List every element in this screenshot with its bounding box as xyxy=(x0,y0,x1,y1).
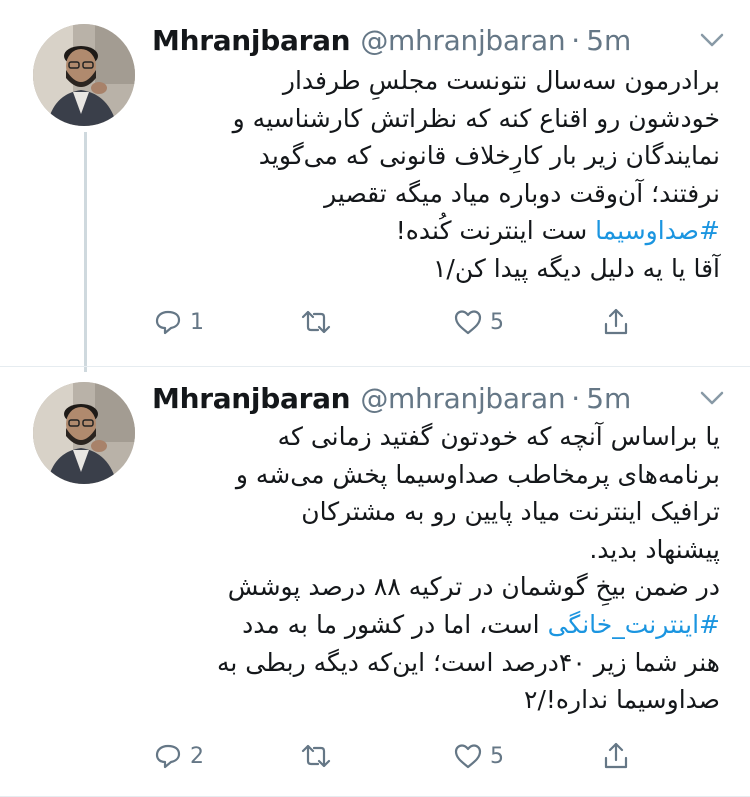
avatar-photo xyxy=(33,24,135,126)
retweet-button[interactable] xyxy=(300,302,338,342)
like-button[interactable]: 5 xyxy=(452,736,504,776)
avatar[interactable] xyxy=(33,24,135,126)
tweet-line: نرفتند؛ آن‌وقت دوباره میاد میگه تقصیر xyxy=(324,178,720,208)
like-icon xyxy=(454,744,482,769)
tweet-line: پیشنهاد بدید. xyxy=(589,534,720,564)
tweet-line: آقا یا یه دلیل دیگه پیدا کن/۱ xyxy=(432,253,720,283)
timestamp[interactable]: 5m xyxy=(586,382,631,415)
tweet-line: #اینترنت_خانگی است، اما در کشور ما به مد… xyxy=(242,609,720,639)
chevron-down-icon[interactable] xyxy=(698,386,726,410)
separator-dot: · xyxy=(571,23,581,57)
reply-count: 1 xyxy=(190,309,204,335)
reply-button[interactable]: 2 xyxy=(152,736,204,776)
avatar[interactable] xyxy=(33,382,135,484)
share-icon xyxy=(604,742,628,769)
retweet-icon xyxy=(301,744,331,768)
tweet-line: صداوسیما نداره!/۲ xyxy=(524,685,720,715)
hashtag-link[interactable]: #صداوسیما xyxy=(595,216,720,245)
tweet-text: برادرمون سه‌سال نتونست مجلسِ طرفدار خودش… xyxy=(150,62,720,288)
separator-dot: · xyxy=(571,381,581,415)
author-handle[interactable]: @mhranjbaran xyxy=(360,382,565,415)
tweet-line: برنامه‌های پرمخاطب صداوسیما پخش می‌شه و xyxy=(235,459,720,489)
tweet-line: هنر شما زیر ۴۰درصد است؛ این‌که دیگه ربطی… xyxy=(216,647,720,677)
tweet-line: برادرمون سه‌سال نتونست مجلسِ طرفدار xyxy=(282,66,720,95)
like-count: 5 xyxy=(490,743,504,769)
share-button[interactable] xyxy=(600,736,632,776)
reply-icon xyxy=(155,310,181,335)
share-button[interactable] xyxy=(600,302,632,342)
tweet-actions: 1 5 xyxy=(152,302,632,342)
reply-count: 2 xyxy=(190,743,204,769)
retweet-button[interactable] xyxy=(300,736,338,776)
tweet-line: ترافیک اینترنت میاد پایین رو به مشترکان xyxy=(301,497,720,527)
tweet-text: یا براساس آنچه که خودتون گفتید زمانی که … xyxy=(150,418,720,719)
like-button[interactable]: 5 xyxy=(452,302,504,342)
hashtag-link[interactable]: #اینترنت_خانگی xyxy=(548,610,720,639)
share-icon xyxy=(604,308,628,335)
author-name[interactable]: Mhranjbaran xyxy=(152,24,351,57)
tweet-1[interactable]: Mhranjbaran @mhranjbaran · 5m برادرمون س… xyxy=(0,0,750,366)
retweet-icon xyxy=(301,310,331,334)
timestamp[interactable]: 5m xyxy=(586,24,631,57)
tweet-line: در ضمن بیخِ گوشمان در ترکیه ۸۸ درصد پوشش xyxy=(227,572,720,602)
tweet-line: #صداوسیما ست اینترنت کُنده! xyxy=(395,216,720,246)
avatar-photo xyxy=(33,382,135,484)
tweet-header: Mhranjbaran @mhranjbaran · 5m xyxy=(152,378,730,418)
reply-icon xyxy=(155,744,181,769)
tweet-2[interactable]: Mhranjbaran @mhranjbaran · 5m یا براساس … xyxy=(0,366,750,796)
tweet-header: Mhranjbaran @mhranjbaran · 5m xyxy=(152,20,730,60)
like-icon xyxy=(454,310,482,335)
tweet-actions: 2 5 xyxy=(152,736,632,776)
reply-button[interactable]: 1 xyxy=(152,302,204,342)
chevron-down-icon[interactable] xyxy=(698,28,726,52)
tweet-line: خودشون رو اقناع کنه که نظراتش کارشناسیه … xyxy=(232,103,720,133)
tweet-line: یا براساس آنچه که خودتون گفتید زمانی که xyxy=(277,422,720,451)
author-handle[interactable]: @mhranjbaran xyxy=(360,24,565,57)
author-name[interactable]: Mhranjbaran xyxy=(152,382,351,415)
tweet-line: نمایندگان زیر بار کارِخلاف قانونی که می‌… xyxy=(258,141,720,171)
like-count: 5 xyxy=(490,309,504,335)
